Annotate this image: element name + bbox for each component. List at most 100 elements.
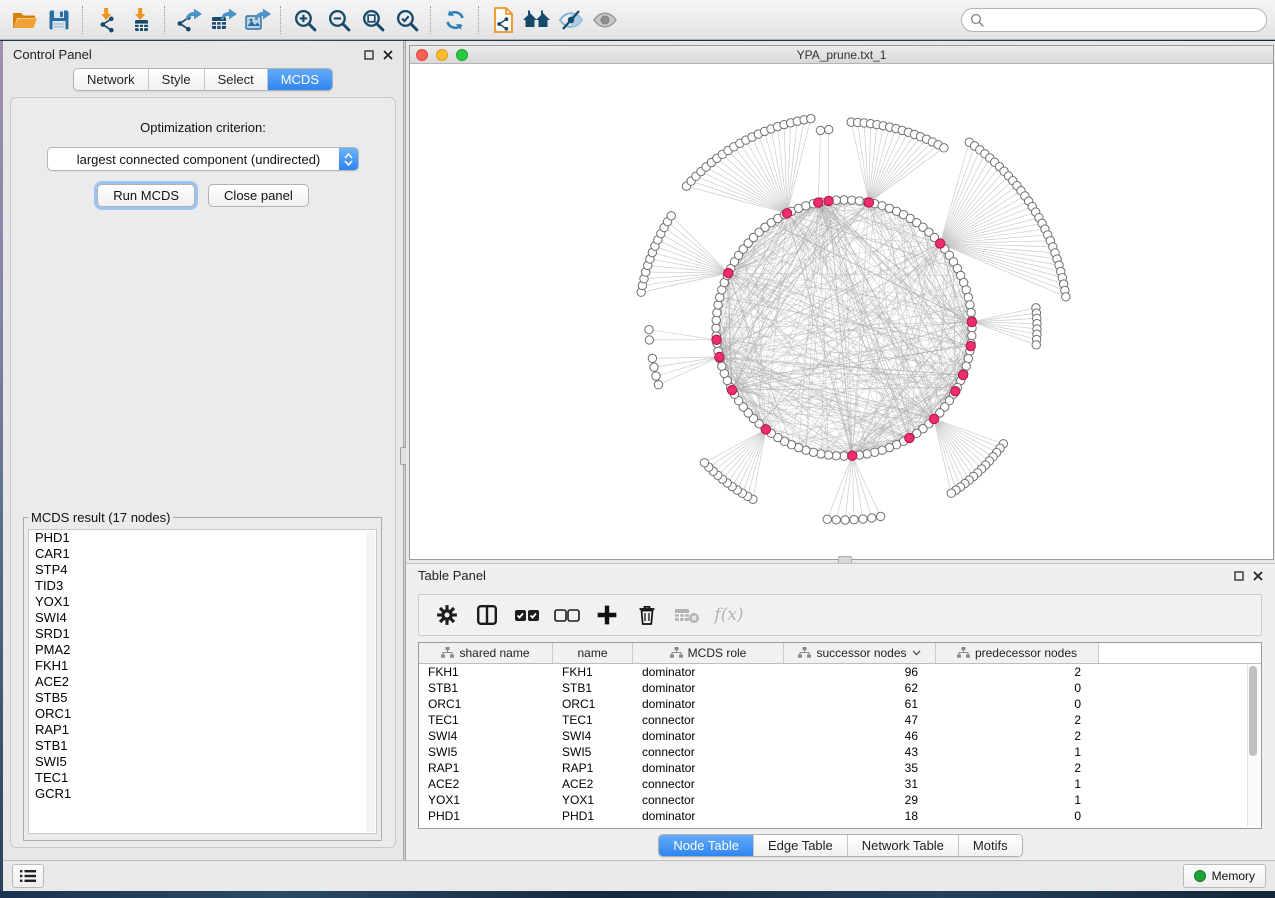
cell-MCDS-role[interactable]: connector — [633, 713, 784, 727]
tab-network-table[interactable]: Network Table — [847, 835, 958, 856]
cell-shared-name[interactable]: PHD1 — [419, 809, 553, 823]
graph-node[interactable] — [823, 515, 831, 523]
cell-successor-nodes[interactable]: 46 — [784, 729, 936, 743]
graph-node[interactable] — [832, 452, 840, 460]
graph-node[interactable] — [966, 301, 974, 309]
cell-shared-name[interactable]: STB1 — [419, 681, 553, 695]
graph-node[interactable] — [645, 336, 653, 344]
cell-name[interactable]: RAP1 — [553, 761, 633, 775]
cell-MCDS-role[interactable]: connector — [633, 745, 784, 759]
graph-node[interactable] — [868, 514, 876, 522]
graph-node[interactable] — [967, 308, 975, 316]
tab-style[interactable]: Style — [148, 69, 204, 90]
tab-select[interactable]: Select — [204, 69, 267, 90]
cell-shared-name[interactable]: RAP1 — [419, 761, 553, 775]
save-session-icon[interactable] — [42, 4, 76, 36]
cell-MCDS-role[interactable]: connector — [633, 777, 784, 791]
mcds-result-item[interactable]: ACE2 — [29, 674, 376, 690]
cell-successor-nodes[interactable]: 43 — [784, 745, 936, 759]
cell-successor-nodes[interactable]: 62 — [784, 681, 936, 695]
cell-MCDS-role[interactable]: dominator — [633, 761, 784, 775]
column-header-successor-nodes[interactable]: successor nodes — [784, 643, 936, 663]
graph-hub-node[interactable] — [929, 414, 938, 423]
zoom-selected-icon[interactable] — [390, 4, 424, 36]
graph-node[interactable] — [870, 448, 878, 456]
node-table-scrollbar-thumb[interactable] — [1249, 666, 1257, 756]
cell-name[interactable]: PHD1 — [553, 809, 633, 823]
table-row[interactable]: YOX1YOX1connector291 — [419, 792, 1261, 808]
export-table-icon[interactable] — [206, 4, 240, 36]
graph-node[interactable] — [947, 489, 955, 497]
column-header-predecessor-nodes[interactable]: predecessor nodes — [936, 643, 1099, 663]
cell-shared-name[interactable]: ORC1 — [419, 697, 553, 711]
graph-node[interactable] — [1032, 341, 1040, 349]
graph-node[interactable] — [940, 144, 948, 152]
graph-node[interactable] — [712, 324, 720, 332]
cell-name[interactable]: FKH1 — [553, 665, 633, 679]
cell-MCDS-role[interactable]: connector — [633, 793, 784, 807]
cell-shared-name[interactable]: YOX1 — [419, 793, 553, 807]
cell-name[interactable]: STB1 — [553, 681, 633, 695]
cell-predecessor-nodes[interactable]: 2 — [936, 713, 1099, 727]
cell-name[interactable]: YOX1 — [553, 793, 633, 807]
float-panel-icon[interactable] — [363, 49, 374, 60]
graph-hub-node[interactable] — [935, 239, 944, 248]
cell-name[interactable]: TEC1 — [553, 713, 633, 727]
table-row[interactable]: FKH1FKH1dominator962 — [419, 664, 1261, 680]
cell-successor-nodes[interactable]: 29 — [784, 793, 936, 807]
mcds-result-item[interactable]: TEC1 — [29, 770, 376, 786]
graph-node[interactable] — [824, 451, 832, 459]
graph-node[interactable] — [648, 354, 656, 362]
graph-node[interactable] — [850, 516, 858, 524]
graph-hub-node[interactable] — [824, 196, 833, 205]
mcds-result-item[interactable]: SWI4 — [29, 610, 376, 626]
network-canvas[interactable] — [410, 64, 1273, 559]
graph-node[interactable] — [817, 450, 825, 458]
table-row[interactable]: TEC1TEC1connector472 — [419, 712, 1261, 728]
graph-hub-node[interactable] — [727, 385, 736, 394]
export-image-icon[interactable] — [240, 4, 274, 36]
graph-node[interactable] — [667, 212, 675, 220]
cell-predecessor-nodes[interactable]: 0 — [936, 681, 1099, 695]
graph-hub-node[interactable] — [761, 425, 770, 434]
mcds-result-item[interactable]: SWI5 — [29, 754, 376, 770]
add-column-icon[interactable] — [589, 598, 625, 632]
mcds-result-item[interactable]: PHD1 — [29, 530, 376, 546]
table-row[interactable]: PHD1PHD1dominator180 — [419, 808, 1261, 824]
mcds-result-item[interactable]: SRD1 — [29, 626, 376, 642]
table-row[interactable]: RAP1RAP1dominator352 — [419, 760, 1261, 776]
graph-node[interactable] — [645, 326, 653, 334]
cell-MCDS-role[interactable]: dominator — [633, 665, 784, 679]
graph-hub-node[interactable] — [905, 433, 914, 442]
graph-node[interactable] — [807, 114, 815, 122]
graph-node[interactable] — [654, 381, 662, 389]
cell-shared-name[interactable]: ACE2 — [419, 777, 553, 791]
cell-name[interactable]: ORC1 — [553, 697, 633, 711]
graph-hub-node[interactable] — [715, 352, 724, 361]
cell-predecessor-nodes[interactable]: 2 — [936, 761, 1099, 775]
mcds-result-item[interactable]: STB1 — [29, 738, 376, 754]
graph-node[interactable] — [848, 196, 856, 204]
close-panel-button[interactable]: Close panel — [208, 184, 309, 207]
mcds-result-item[interactable]: FKH1 — [29, 658, 376, 674]
mcds-result-item[interactable]: GCR1 — [29, 786, 376, 802]
graph-node[interactable] — [832, 516, 840, 524]
result-list-scrollbar[interactable] — [366, 531, 375, 832]
cell-predecessor-nodes[interactable]: 0 — [936, 697, 1099, 711]
graph-node[interactable] — [816, 126, 824, 134]
mcds-result-item[interactable]: TID3 — [29, 578, 376, 594]
mcds-result-item[interactable]: STB5 — [29, 690, 376, 706]
graph-node[interactable] — [964, 293, 972, 301]
tab-edge-table[interactable]: Edge Table — [753, 835, 847, 856]
table-row[interactable]: SWI5SWI5connector431 — [419, 744, 1261, 760]
graph-hub-node[interactable] — [814, 198, 823, 207]
graph-hub-node[interactable] — [782, 209, 791, 218]
cell-predecessor-nodes[interactable]: 1 — [936, 745, 1099, 759]
graph-node[interactable] — [876, 512, 884, 520]
tab-mcds[interactable]: MCDS — [267, 69, 332, 90]
cell-name[interactable]: ACE2 — [553, 777, 633, 791]
cell-predecessor-nodes[interactable]: 1 — [936, 793, 1099, 807]
graph-node[interactable] — [825, 125, 833, 133]
cell-predecessor-nodes[interactable]: 1 — [936, 777, 1099, 791]
cell-shared-name[interactable]: SWI5 — [419, 745, 553, 759]
